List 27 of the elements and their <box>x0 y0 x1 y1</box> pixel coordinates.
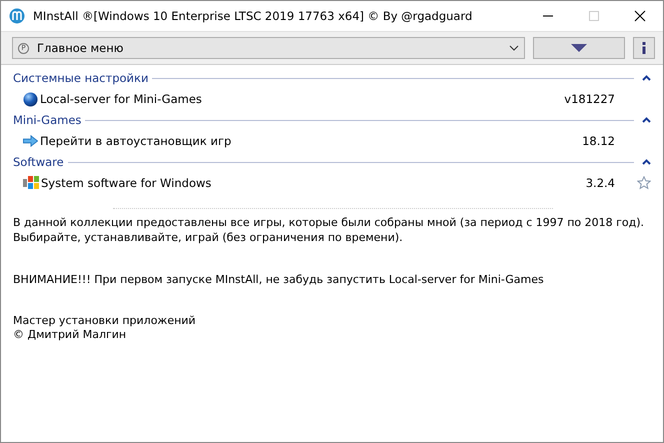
collapse-icon[interactable] <box>642 159 651 165</box>
dropdown-button[interactable] <box>533 37 625 59</box>
arrow-icon <box>23 135 38 147</box>
group-title: Mini-Games <box>13 113 82 127</box>
item-name[interactable]: Local-server for Mini-Games <box>40 92 564 106</box>
star-icon[interactable] <box>637 176 651 190</box>
info-button[interactable] <box>633 37 655 59</box>
window-title: MInstAll ®[Windows 10 Enterprise LTSC 2019 17763 x64] © By @rgadguard <box>33 9 474 23</box>
globe-icon <box>23 92 38 106</box>
triangle-icon <box>571 44 587 52</box>
collapse-icon[interactable] <box>642 75 651 81</box>
item-version: v181227 <box>564 92 615 106</box>
footer-text: © Дмитрий Малгин <box>13 328 128 342</box>
group-title: Системные настройки <box>13 71 148 85</box>
description-text: ВНИМАНИЕ!!! При первом запуске MInstAll, не забудь запустить Local-server for Mini-Games <box>13 272 545 287</box>
item-version: 3.2.4 <box>586 176 615 190</box>
item-version: 18.12 <box>582 134 615 148</box>
description-text: В данной коллекции предоставлены все игры, которые были собраны мной (за период с 1997 по 2018 год). Выбирайте, устанавливайте, играй (без ограничения по времени). <box>13 215 646 245</box>
item-name[interactable]: System software for Windows <box>41 176 586 190</box>
footer-text: Мастер установки приложений <box>13 314 197 328</box>
group-title: Software <box>13 155 64 169</box>
info-icon <box>642 42 646 54</box>
app-icon <box>9 8 25 24</box>
item-name[interactable]: Перейти в автоустановщик игр <box>40 134 582 148</box>
chevron-icon <box>509 45 519 51</box>
windows-flag-icon <box>23 176 39 190</box>
collapse-icon[interactable] <box>642 117 651 123</box>
